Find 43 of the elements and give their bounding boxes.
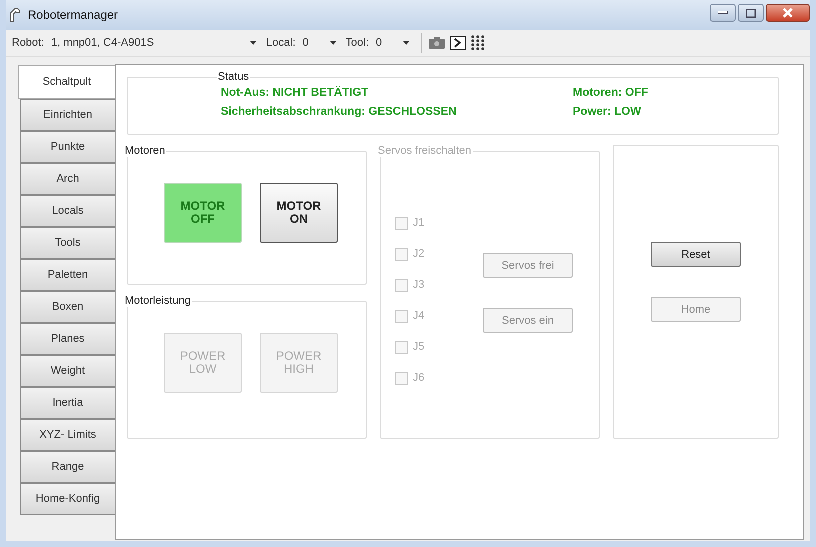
tab[interactable]: Locals: [20, 195, 115, 227]
tab[interactable]: Schaltpult: [18, 65, 115, 99]
status-text: Power: LOW: [573, 106, 642, 118]
tab[interactable]: Range: [20, 451, 115, 483]
close-button[interactable]: [766, 4, 810, 22]
tab[interactable]: XYZ- Limits: [20, 419, 115, 451]
minimize-icon: [718, 11, 728, 15]
maximize-button[interactable]: [738, 4, 764, 22]
status-text: Motoren: OFF: [573, 87, 650, 99]
field-label: Local:: [266, 37, 296, 49]
tab[interactable]: Planes: [20, 323, 115, 355]
group-title: Servos freischalten: [377, 145, 473, 157]
dropdown[interactable]: 0: [300, 34, 341, 52]
tab[interactable]: Paletten: [20, 259, 115, 291]
status-text: Sicherheitsabschrankung: GESCHLOSSEN: [221, 106, 458, 118]
tab[interactable]: Einrichten: [20, 99, 115, 131]
tab[interactable]: Weight: [20, 355, 115, 387]
window-title: Robotermanager: [28, 8, 118, 22]
group-title: Motorleistung: [124, 295, 192, 307]
action-button[interactable]: Reset: [651, 242, 741, 267]
camera-icon[interactable]: [429, 37, 446, 49]
caret-icon: [403, 41, 410, 45]
caret-icon: [250, 41, 258, 45]
dot-grid-icon[interactable]: [471, 35, 486, 51]
dropdown[interactable]: 1, mnp01, C4-A901S: [49, 34, 262, 52]
field-label: Tool:: [346, 37, 370, 49]
motor-button[interactable]: MOTOR ON: [260, 183, 338, 243]
group-title: Motoren: [124, 145, 166, 157]
tab[interactable]: Tools: [20, 227, 115, 259]
status-text: Not-Aus: NICHT BETÄTIGT: [221, 87, 370, 99]
maximize-icon: [746, 8, 756, 18]
tab[interactable]: Punkte: [20, 131, 115, 163]
field-label: Robot:: [12, 37, 44, 49]
minimize-button[interactable]: [710, 4, 736, 22]
close-icon: [783, 8, 793, 18]
caret-icon: [330, 41, 337, 45]
tab[interactable]: Arch: [20, 163, 115, 195]
terminal-icon[interactable]: [450, 36, 466, 50]
dropdown[interactable]: 0: [374, 34, 414, 52]
group-title: Status: [217, 71, 250, 83]
tab[interactable]: Home-Konfig: [20, 483, 115, 515]
tab[interactable]: Inertia: [20, 387, 115, 419]
tab[interactable]: Boxen: [20, 291, 115, 323]
